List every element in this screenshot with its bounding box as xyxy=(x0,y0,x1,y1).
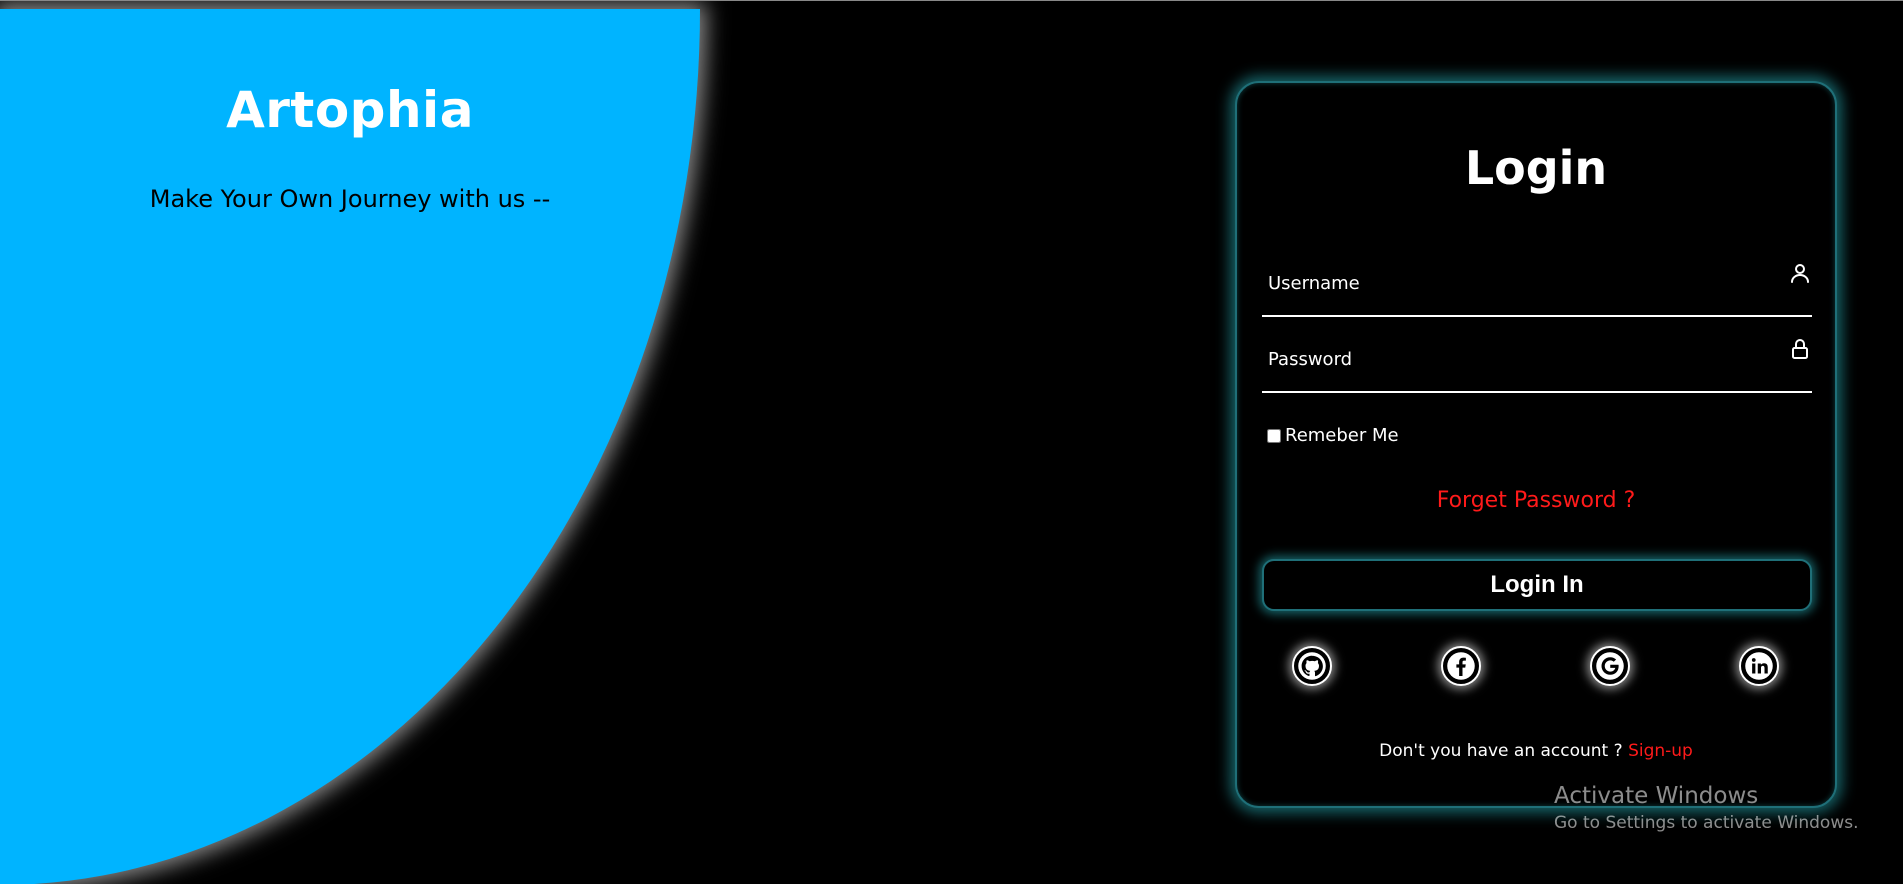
google-icon xyxy=(1596,652,1624,680)
login-button[interactable]: Login In xyxy=(1262,559,1812,611)
github-button[interactable] xyxy=(1292,646,1332,686)
social-login-row xyxy=(1237,646,1835,690)
forgot-password-link[interactable]: Forget Password ? xyxy=(1237,488,1835,513)
hero-panel xyxy=(0,9,700,884)
signup-link[interactable]: Sign-up xyxy=(1628,741,1693,761)
password-input[interactable] xyxy=(1262,329,1762,389)
signup-prompt: Don't you have an account ? Sign-up xyxy=(1237,741,1835,761)
user-icon xyxy=(1791,264,1809,283)
watermark-subtitle: Go to Settings to activate Windows. xyxy=(1554,813,1859,833)
lock-icon xyxy=(1792,339,1808,359)
login-card: Login Remeber Me Forget Password ? Login… xyxy=(1235,81,1837,808)
remember-me-checkbox[interactable] xyxy=(1267,428,1281,443)
facebook-button[interactable] xyxy=(1441,646,1481,686)
google-button[interactable] xyxy=(1590,646,1630,686)
linkedin-icon xyxy=(1745,652,1773,680)
signup-prompt-text: Don't you have an account ? xyxy=(1379,741,1623,761)
username-input[interactable] xyxy=(1262,253,1762,313)
remember-me-label: Remeber Me xyxy=(1285,425,1399,446)
github-icon xyxy=(1298,652,1326,680)
facebook-icon xyxy=(1447,652,1475,680)
watermark-title: Activate Windows xyxy=(1554,783,1759,809)
brand-title: Artophia xyxy=(226,81,474,139)
password-field-wrapper xyxy=(1262,329,1812,393)
remember-me[interactable]: Remeber Me xyxy=(1267,425,1399,446)
login-page: Artophia Make Your Own Journey with us -… xyxy=(0,0,1903,884)
activate-windows-watermark: Activate Windows Go to Settings to activ… xyxy=(1554,781,1859,835)
username-field-wrapper xyxy=(1262,253,1812,317)
linkedin-button[interactable] xyxy=(1739,646,1779,686)
brand-tagline: Make Your Own Journey with us -- xyxy=(149,185,551,213)
login-title: Login xyxy=(1464,141,1608,195)
